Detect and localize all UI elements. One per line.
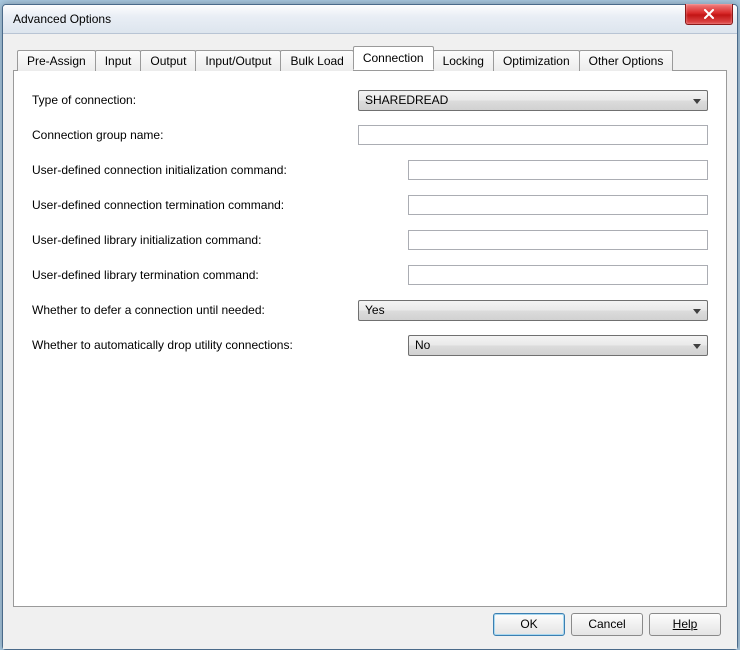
row-defer-connection: Whether to defer a connection until need… bbox=[32, 299, 708, 321]
tab-other-options[interactable]: Other Options bbox=[579, 50, 674, 71]
row-user-lib-term-cmd: User-defined library termination command… bbox=[32, 264, 708, 286]
chevron-down-icon bbox=[693, 338, 701, 352]
row-user-lib-init-cmd: User-defined library initialization comm… bbox=[32, 229, 708, 251]
chevron-down-icon bbox=[693, 303, 701, 317]
row-auto-drop-utility: Whether to automatically drop utility co… bbox=[32, 334, 708, 356]
row-type-of-connection: Type of connection: SHAREDREAD bbox=[32, 89, 708, 111]
label-user-lib-term-cmd: User-defined library termination command… bbox=[32, 268, 408, 282]
row-user-conn-init-cmd: User-defined connection initialization c… bbox=[32, 159, 708, 181]
help-button[interactable]: Help bbox=[649, 613, 721, 636]
label-connection-group-name: Connection group name: bbox=[32, 128, 358, 142]
tab-strip: Pre-Assign Input Output Input/Output Bul… bbox=[17, 46, 727, 70]
chevron-down-icon bbox=[693, 93, 701, 107]
input-user-conn-term-cmd[interactable] bbox=[408, 195, 708, 215]
label-defer-connection: Whether to defer a connection until need… bbox=[32, 303, 358, 317]
tab-optimization[interactable]: Optimization bbox=[493, 50, 580, 71]
tab-bulk-load[interactable]: Bulk Load bbox=[280, 50, 353, 71]
input-user-lib-init-cmd[interactable] bbox=[408, 230, 708, 250]
button-bar: OK Cancel Help bbox=[13, 607, 727, 641]
cancel-button[interactable]: Cancel bbox=[571, 613, 643, 636]
tab-pre-assign[interactable]: Pre-Assign bbox=[17, 50, 96, 71]
tab-connection[interactable]: Connection bbox=[353, 46, 434, 70]
label-auto-drop-utility: Whether to automatically drop utility co… bbox=[32, 338, 408, 352]
dialog-window: Advanced Options Pre-Assign Input Output… bbox=[2, 4, 738, 650]
select-defer-connection[interactable]: Yes bbox=[358, 300, 708, 321]
client-area: Pre-Assign Input Output Input/Output Bul… bbox=[3, 34, 737, 649]
input-user-conn-init-cmd[interactable] bbox=[408, 160, 708, 180]
close-icon bbox=[703, 9, 715, 19]
ok-button[interactable]: OK bbox=[493, 613, 565, 636]
select-auto-drop-utility[interactable]: No bbox=[408, 335, 708, 356]
row-connection-group-name: Connection group name: bbox=[32, 124, 708, 146]
close-button[interactable] bbox=[685, 4, 733, 25]
input-user-lib-term-cmd[interactable] bbox=[408, 265, 708, 285]
label-user-conn-term-cmd: User-defined connection termination comm… bbox=[32, 198, 408, 212]
label-type-of-connection: Type of connection: bbox=[32, 93, 358, 107]
tab-output[interactable]: Output bbox=[140, 50, 196, 71]
select-type-of-connection[interactable]: SHAREDREAD bbox=[358, 90, 708, 111]
input-connection-group-name[interactable] bbox=[358, 125, 708, 145]
tab-input[interactable]: Input bbox=[95, 50, 142, 71]
tab-input-output[interactable]: Input/Output bbox=[195, 50, 281, 71]
tab-panel-connection: Type of connection: SHAREDREAD Connectio… bbox=[13, 70, 727, 607]
row-user-conn-term-cmd: User-defined connection termination comm… bbox=[32, 194, 708, 216]
label-user-conn-init-cmd: User-defined connection initialization c… bbox=[32, 163, 408, 177]
title-bar: Advanced Options bbox=[3, 5, 737, 34]
window-title: Advanced Options bbox=[13, 12, 111, 26]
tab-locking[interactable]: Locking bbox=[433, 50, 494, 71]
label-user-lib-init-cmd: User-defined library initialization comm… bbox=[32, 233, 408, 247]
